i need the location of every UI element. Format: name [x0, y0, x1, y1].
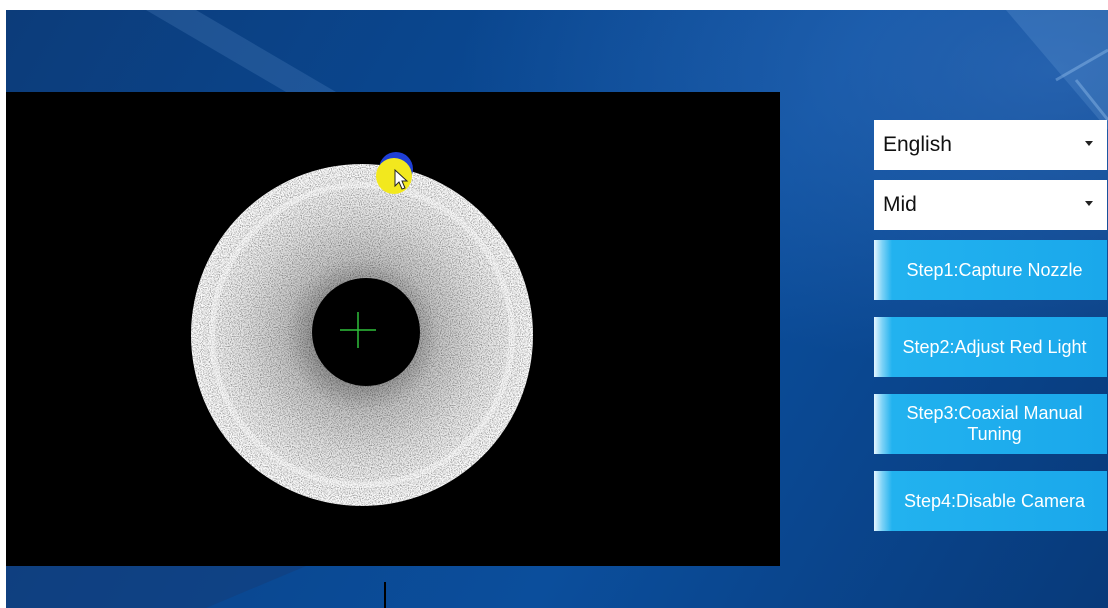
app-window: English Mid Step1:Capture Nozzle Step2:A…	[6, 10, 1108, 608]
step2-adjust-red-light-button[interactable]: Step2:Adjust Red Light	[874, 317, 1107, 377]
camera-view[interactable]	[6, 92, 780, 566]
step3-coaxial-manual-tuning-button[interactable]: Step3:Coaxial Manual Tuning	[874, 394, 1107, 454]
control-panel: English Mid Step1:Capture Nozzle Step2:A…	[874, 120, 1107, 548]
mode-select-value: Mid	[883, 193, 917, 216]
chevron-down-icon	[1085, 201, 1093, 206]
cursor-highlight-icon	[376, 152, 413, 194]
step4-disable-camera-button[interactable]: Step4:Disable Camera	[874, 471, 1107, 531]
nozzle-ring	[191, 164, 533, 506]
chevron-down-icon	[1085, 141, 1093, 146]
step1-capture-nozzle-button[interactable]: Step1:Capture Nozzle	[874, 240, 1107, 300]
mode-select[interactable]: Mid	[874, 180, 1107, 230]
language-select-value: English	[883, 133, 952, 156]
divider	[384, 582, 386, 608]
language-select[interactable]: English	[874, 120, 1107, 170]
